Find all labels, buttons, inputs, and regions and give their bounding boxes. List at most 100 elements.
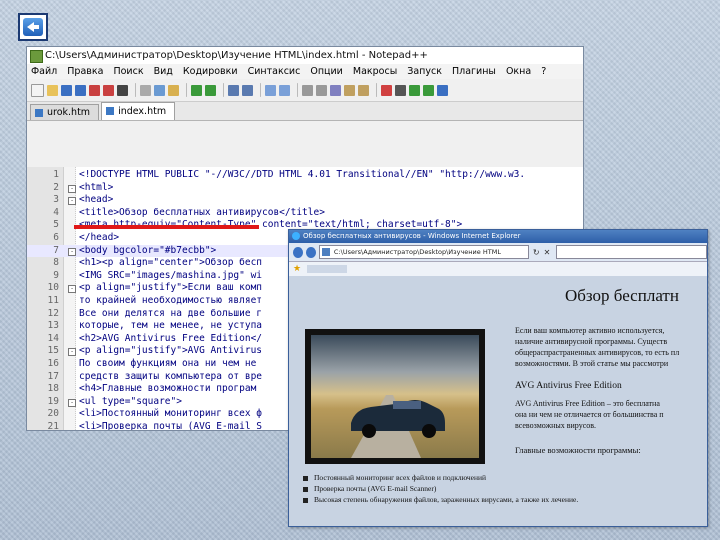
copy-icon[interactable] [154, 84, 165, 96]
favorites-star-icon[interactable]: ★ [293, 264, 301, 274]
print-icon[interactable] [117, 84, 128, 96]
line-number: 5 [53, 219, 59, 231]
sync-horizontal-icon[interactable] [316, 84, 327, 96]
url-text: C:\Users\Администратор\Desktop\Изучение … [333, 248, 501, 256]
menu-windows[interactable]: Окна [506, 66, 531, 77]
record-macro-icon[interactable] [381, 84, 392, 96]
paragraph-line: общераспрастраненных антивирусов, то ест… [515, 348, 680, 357]
notepad-titlebar: C:\Users\Администратор\Desktop\Изучение … [27, 47, 583, 64]
menu-syntax[interactable]: Синтаксис [248, 66, 301, 77]
list-item-text: Постоянный мониторинг всех файлов и подк… [314, 473, 487, 482]
code-text: <!DOCTYPE HTML PUBLIC "-//W3C//DTD HTML … [79, 169, 526, 180]
line-number: 9 [53, 269, 59, 281]
save-all-icon[interactable] [75, 84, 86, 96]
replace-icon[interactable] [242, 84, 253, 96]
fold-toggle-icon[interactable]: - [68, 348, 76, 357]
line-number: 18 [47, 383, 59, 395]
zoom-in-icon[interactable] [265, 84, 276, 96]
forward-nav-icon[interactable] [305, 246, 316, 258]
menu-plugins[interactable]: Плагины [452, 66, 496, 77]
notepad-menubar: Файл Правка Поиск Вид Кодировки Синтакси… [27, 64, 583, 79]
back-arrow-icon [23, 18, 43, 36]
tab-index[interactable]: index.htm [101, 102, 176, 120]
tab-label: urok.htm [47, 107, 91, 118]
red-underline-annotation [74, 225, 259, 229]
code-text: <title>Обзор бесплатных антивирусов</tit… [79, 206, 325, 218]
menu-run[interactable]: Запуск [407, 66, 442, 77]
line-number: 4 [53, 206, 59, 218]
tab-label: index.htm [118, 106, 167, 117]
line-number: 20 [47, 408, 59, 420]
save-icon[interactable] [61, 84, 72, 96]
fold-toggle-icon[interactable]: - [68, 398, 76, 407]
toolbar-separator [186, 83, 187, 97]
menu-options[interactable]: Опции [310, 66, 343, 77]
code-line[interactable]: 4 <title>Обзор бесплатных антивирусов</ti… [27, 207, 583, 220]
open-folder-icon[interactable] [47, 84, 58, 96]
line-number: 3 [53, 194, 59, 206]
menu-encoding[interactable]: Кодировки [183, 66, 238, 77]
line-number: 14 [47, 332, 59, 344]
fold-toggle-icon[interactable]: - [68, 285, 76, 294]
fold-toggle-icon[interactable]: - [68, 197, 76, 206]
undo-icon[interactable] [191, 84, 202, 96]
line-number: 7 [53, 244, 59, 256]
fold-toggle-icon[interactable]: - [68, 247, 76, 256]
zoom-out-icon[interactable] [279, 84, 290, 96]
page-heading: Обзор бесплатн [565, 286, 679, 305]
paste-icon[interactable] [168, 84, 179, 96]
toolbar-separator [223, 83, 224, 97]
paragraph-line: AVG Antivirus Free Edition – это бесплат… [515, 399, 660, 408]
square-bullet-icon [303, 497, 308, 503]
redo-icon[interactable] [205, 84, 216, 96]
menu-edit[interactable]: Правка [67, 66, 103, 77]
close-file-icon[interactable] [89, 84, 100, 96]
line-number: 1 [53, 169, 59, 180]
code-line[interactable]: 1 <!DOCTYPE HTML PUBLIC "-//W3C//DTD HTML… [27, 169, 583, 182]
run-macro-multiple-icon[interactable] [423, 84, 434, 96]
word-wrap-icon[interactable] [330, 84, 341, 96]
car-photo [305, 329, 485, 464]
features-list: Постоянный мониторинг всех файлов и подк… [303, 472, 578, 505]
menu-file[interactable]: Файл [31, 66, 57, 77]
notepadpp-app-icon [30, 50, 43, 63]
code-line[interactable]: 2- <html> [27, 182, 583, 195]
sync-vertical-icon[interactable] [302, 84, 313, 96]
toolbar-separator [260, 83, 261, 97]
ie-browser-window: Обзор бесплатных антивирусов - Windows I… [288, 229, 708, 527]
ie-page-content: Обзор бесплатн Если ваш компьютер активн… [289, 276, 707, 526]
save-macro-icon[interactable] [437, 84, 448, 96]
play-macro-icon[interactable] [409, 84, 420, 96]
fold-toggle-icon[interactable]: - [68, 184, 76, 193]
new-file-icon[interactable] [31, 83, 44, 97]
menu-search[interactable]: Поиск [113, 66, 143, 77]
toolbar-separator [376, 83, 377, 97]
code-line[interactable]: 3- <head> [27, 194, 583, 207]
stop-macro-icon[interactable] [395, 84, 406, 96]
indent-guide-icon[interactable] [358, 84, 369, 96]
tab-urok[interactable]: urok.htm [30, 104, 100, 120]
refresh-icon[interactable]: ↻ [533, 248, 540, 257]
code-text: <html> [79, 181, 114, 193]
ie-favorites-bar: ★ [289, 262, 707, 277]
features-heading: Главные возможности программы: [515, 445, 641, 455]
page-tab[interactable] [307, 265, 347, 273]
list-item-text: Высокая степень обнаружения файлов, зара… [314, 495, 579, 504]
cut-icon[interactable] [140, 84, 151, 96]
show-all-chars-icon[interactable] [344, 84, 355, 96]
ie-address-bar: C:\Users\Администратор\Desktop\Изучение … [289, 243, 707, 262]
notepad-title-text: C:\Users\Администратор\Desktop\Изучение … [45, 50, 428, 61]
line-number: 11 [47, 295, 59, 306]
url-field[interactable]: C:\Users\Администратор\Desktop\Изучение … [318, 245, 529, 259]
find-icon[interactable] [228, 84, 239, 96]
ie-title-text: Обзор бесплатных антивирусов - Windows I… [303, 232, 521, 240]
close-all-icon[interactable] [103, 84, 114, 96]
menu-help[interactable]: ? [541, 66, 546, 77]
back-nav-icon[interactable] [293, 246, 303, 258]
stop-icon[interactable]: ✕ [544, 248, 551, 257]
back-button[interactable] [18, 13, 48, 41]
search-box[interactable] [556, 245, 707, 259]
menu-macros[interactable]: Макросы [353, 66, 397, 77]
paragraph-line: наличие антивирусной программы. Существ [515, 337, 668, 346]
menu-view[interactable]: Вид [154, 66, 173, 77]
